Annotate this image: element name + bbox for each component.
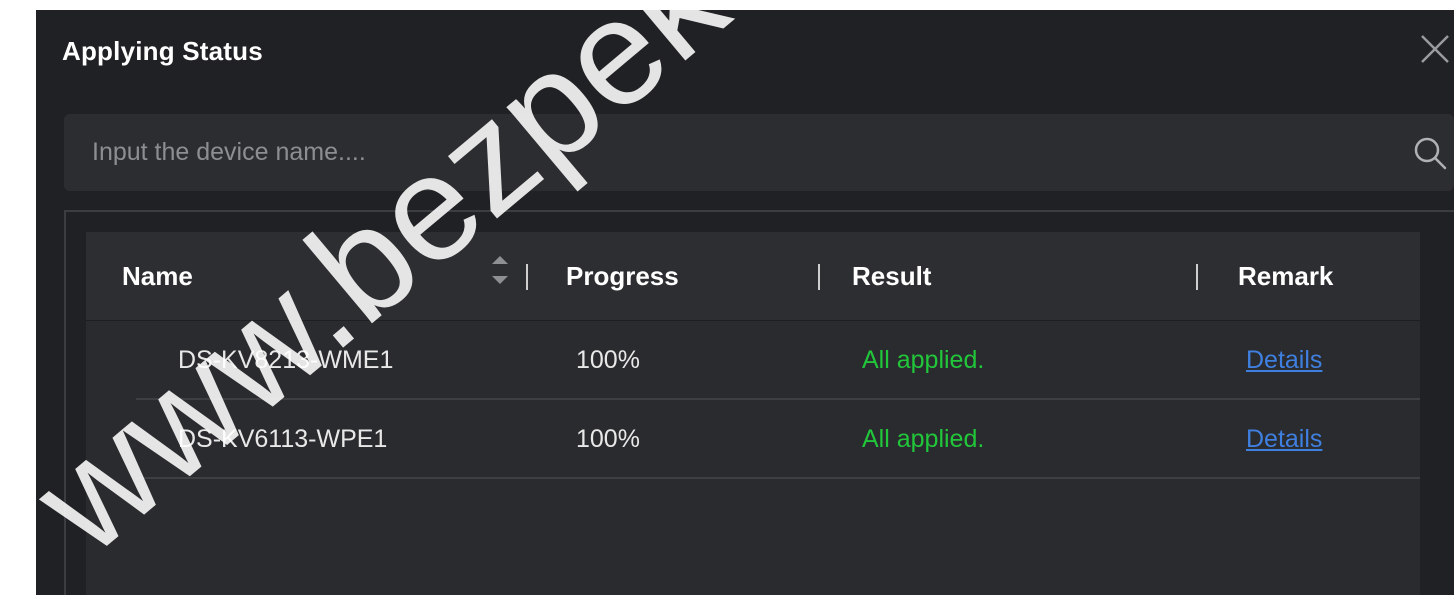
column-separator[interactable]	[526, 264, 528, 290]
details-link[interactable]: Details	[1246, 400, 1322, 479]
column-header-result[interactable]: Result	[852, 232, 931, 320]
progress-value: 100%	[576, 346, 640, 374]
device-name: DS-KV6113-WPE1	[178, 425, 388, 453]
details-link[interactable]: Details	[1246, 321, 1322, 400]
column-header-remark[interactable]: Remark	[1238, 232, 1333, 320]
applying-status-dialog: Applying Status Name	[36, 10, 1454, 595]
close-button[interactable]	[1414, 28, 1454, 68]
table-row[interactable]: DS-KV8213-WME1 100% All applied. Details	[86, 321, 1420, 400]
progress-value: 100%	[576, 425, 640, 453]
page: Applying Status Name	[0, 0, 1454, 595]
column-separator[interactable]	[1196, 264, 1198, 290]
search-input[interactable]	[64, 114, 1364, 191]
table-frame: Name Progress Result Remark DS-KV8213-WM…	[64, 210, 1454, 595]
result-status: All applied.	[862, 425, 985, 453]
search-box	[64, 114, 1454, 191]
search-icon	[1414, 137, 1447, 170]
column-header-name[interactable]: Name	[122, 232, 193, 320]
sort-arrows-icon	[492, 256, 508, 284]
result-status: All applied.	[862, 346, 985, 374]
close-icon	[1421, 35, 1449, 63]
search-button[interactable]	[1412, 135, 1448, 171]
table-row[interactable]: DS-KV6113-WPE1 100% All applied. Details	[86, 400, 1420, 479]
device-name: DS-KV8213-WME1	[178, 346, 394, 374]
table-header: Name Progress Result Remark	[86, 232, 1420, 321]
column-header-progress[interactable]: Progress	[566, 232, 679, 320]
row-divider	[136, 477, 1420, 479]
sort-icon[interactable]	[488, 250, 512, 298]
dialog-title: Applying Status	[62, 36, 263, 66]
column-separator[interactable]	[818, 264, 820, 290]
applying-status-table: Name Progress Result Remark DS-KV8213-WM…	[86, 232, 1420, 595]
